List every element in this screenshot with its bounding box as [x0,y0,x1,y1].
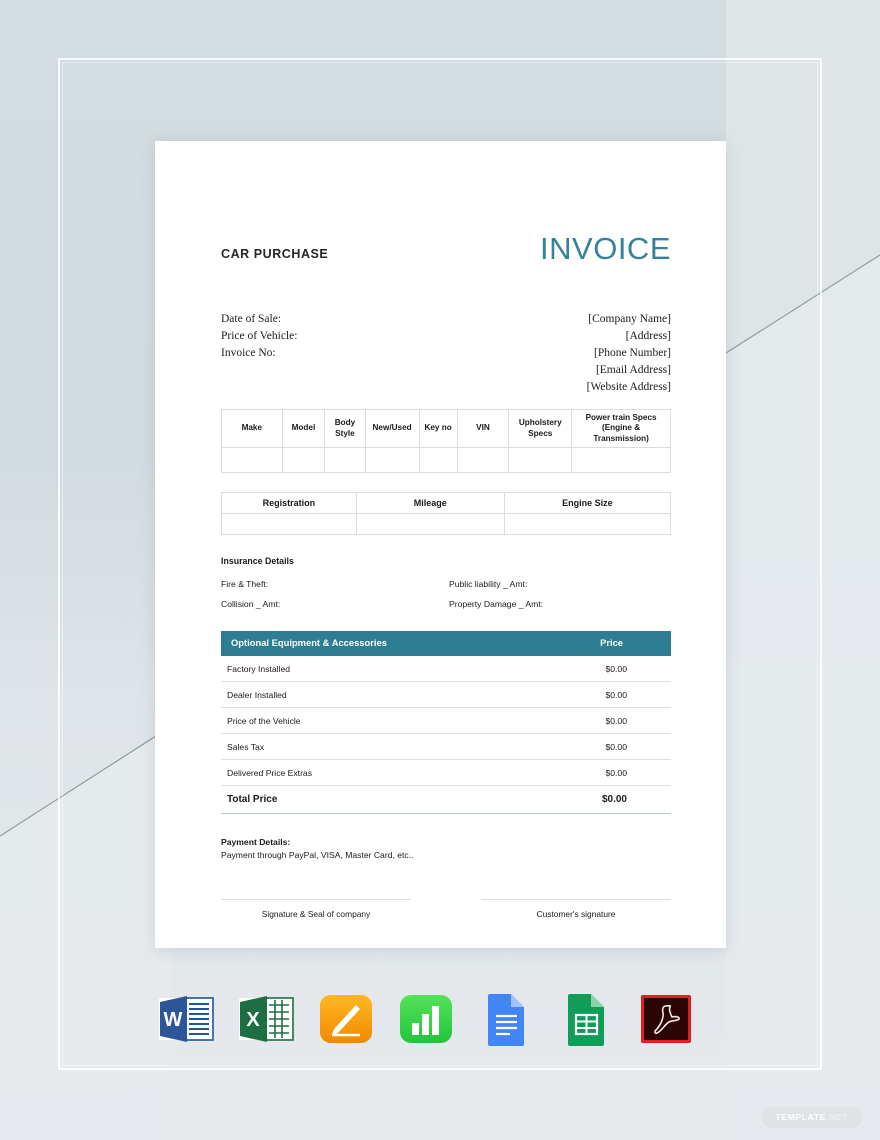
col-key-no: Key no [418,409,458,448]
col-upholstery-specs: Upholstery Specs [508,409,573,448]
cell-model[interactable] [281,447,326,473]
item-amount: $0.00 [605,742,627,752]
item-label: Delivered Price Extras [227,768,313,778]
meta-date-of-sale: Date of Sale: [221,313,282,325]
svg-text:W: W [164,1009,183,1031]
invoice-content: CAR PURCHASE INVOICE Date of Sale: Price… [221,141,672,933]
item-label: Factory Installed [227,664,291,674]
cell-power-train-specs[interactable] [571,447,671,473]
col-registration: Registration [221,492,357,514]
company-signature-line: Signature & Seal of company [221,899,411,922]
format-icons: W X [155,988,691,1050]
item-label: Sales Tax [227,742,265,752]
insurance-fire-theft: Fire & Theft: [221,579,269,589]
screenshot-root: CAR PURCHASE INVOICE Date of Sale: Price… [0,0,880,1140]
company-signature-label: Signature & Seal of company [261,909,371,919]
meta-invoice-no: Invoice No: [221,347,276,359]
total-row: Total Price $0.00 [221,786,671,814]
company-phone: [Phone Number] [594,347,671,359]
invoice-meta: Date of Sale: Price of Vehicle: Invoice … [221,311,671,403]
watermark: TEMPLATE.NET [761,1107,862,1128]
watermark-name: TEMPLATE [775,1112,827,1122]
cell-upholstery-specs[interactable] [508,447,573,473]
insurance-collision: Collision _ Amt: [221,599,281,609]
invoice-meta-left: Date of Sale: Price of Vehicle: Invoice … [221,311,297,362]
col-new-used: New/Used [364,409,420,448]
payment-details: Payment Details: Payment through PayPal,… [221,836,671,862]
insurance-row: Collision _ Amt: Property Damage _ Amt: [221,599,671,619]
cell-body-style[interactable] [324,447,366,473]
signature-section: Signature & Seal of company Customer's s… [221,899,671,933]
cell-key-no[interactable] [418,447,458,473]
vehicle-details-table: Make Model Body Style New/Used Key no VI… [221,409,671,473]
google-docs-icon[interactable] [475,988,537,1050]
table-row: Price of the Vehicle $0.00 [221,708,671,734]
item-amount: $0.00 [605,664,627,674]
items-table-header: Optional Equipment & Accessories Price [221,631,671,656]
col-optional-equipment: Optional Equipment & Accessories [231,637,387,648]
item-label: Price of the Vehicle [227,716,301,726]
apple-pages-icon[interactable] [315,988,377,1050]
col-price: Price [600,637,623,648]
customer-signature-line: Customer's signature [481,899,671,922]
invoice-page: CAR PURCHASE INVOICE Date of Sale: Price… [155,141,726,948]
insurance-public-liability: Public liability _ Amt: [449,579,528,589]
meta-price-of-vehicle: Price of Vehicle: [221,330,298,342]
page-title: INVOICE [540,231,671,266]
cell-new-used[interactable] [364,447,420,473]
cell-make[interactable] [221,447,283,473]
table-header-row: Registration Mileage Engine Size [221,492,672,514]
items-table: Optional Equipment & Accessories Price F… [221,631,671,814]
item-amount: $0.00 [605,716,627,726]
ms-excel-icon[interactable]: X [235,988,297,1050]
company-email: [Email Address] [595,364,671,376]
insurance-section: Insurance Details Fire & Theft: Public l… [221,556,671,619]
col-power-train-specs: Power train Specs (Engine & Transmission… [571,409,671,448]
registration-table: Registration Mileage Engine Size [221,492,672,535]
col-make: Make [221,409,283,448]
company-website: [Website Address] [586,381,671,393]
apple-numbers-icon[interactable] [395,988,457,1050]
col-vin: VIN [456,409,510,448]
company-name: [Company Name] [588,313,671,325]
table-header-row: Make Model Body Style New/Used Key no VI… [221,409,671,448]
document-kicker: CAR PURCHASE [221,247,329,261]
table-row [221,513,672,535]
col-engine-size: Engine Size [503,492,672,514]
ms-word-icon[interactable]: W [155,988,217,1050]
col-body-style: Body Style [324,409,366,448]
table-row: Delivered Price Extras $0.00 [221,760,671,786]
insurance-property-damage: Property Damage _ Amt: [449,599,544,609]
cell-engine-size[interactable] [503,513,672,535]
insurance-title: Insurance Details [221,556,294,566]
cell-mileage[interactable] [355,513,505,535]
watermark-suffix: .NET [826,1112,848,1122]
payment-title: Payment Details: [221,837,291,847]
insurance-row: Fire & Theft: Public liability _ Amt: [221,579,671,599]
google-sheets-icon[interactable] [555,988,617,1050]
table-row: Dealer Installed $0.00 [221,682,671,708]
customer-signature-label: Customer's signature [536,909,616,919]
item-label: Dealer Installed [227,690,287,700]
item-amount: $0.00 [605,768,627,778]
cell-registration[interactable] [221,513,357,535]
cell-vin[interactable] [456,447,510,473]
table-row [221,447,671,473]
col-mileage: Mileage [355,492,505,514]
table-row: Sales Tax $0.00 [221,734,671,760]
company-info: [Company Name] [Address] [Phone Number] … [587,311,671,396]
payment-methods: Payment through PayPal, VISA, Master Car… [221,850,414,860]
pdf-icon[interactable] [635,988,697,1050]
total-label: Total Price [227,794,278,805]
item-amount: $0.00 [605,690,627,700]
col-model: Model [281,409,326,448]
invoice-header: CAR PURCHASE INVOICE [221,231,671,283]
svg-text:X: X [246,1009,260,1031]
table-row: Factory Installed $0.00 [221,656,671,682]
company-address: [Address] [625,330,671,342]
total-amount: $0.00 [601,794,627,805]
